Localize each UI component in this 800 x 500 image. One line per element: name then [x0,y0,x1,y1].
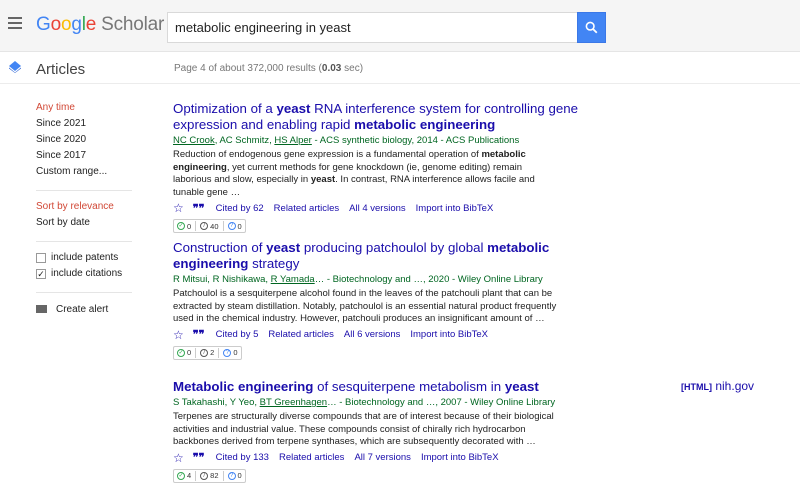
search-button[interactable] [577,12,606,43]
top-bar: Google Scholar [0,0,800,52]
import-bibtex-link[interactable]: Import into BibTeX [416,203,494,214]
create-alert-button[interactable]: Create alert [36,301,136,317]
result-actions: ☆ ❞❞ Cited by 133 Related articles All 7… [173,451,623,465]
question-icon: ? [227,222,236,230]
mentioning-badge: /2 [200,348,214,357]
filter-sidebar: Any time Since 2021 Since 2020 Since 201… [36,100,136,317]
check-icon: ✓ [177,222,185,230]
check-icon: ✓ [177,348,185,357]
versions-link[interactable]: All 7 versions [354,452,411,463]
result-title[interactable]: Metabolic engineering of sesquiterpene m… [173,379,623,395]
star-icon[interactable]: ☆ [173,328,184,342]
contrasting-badge: ? 0 [227,222,242,231]
versions-link[interactable]: All 4 versions [349,203,406,214]
search-input[interactable] [167,12,577,43]
question-icon: ? [227,471,236,480]
citation-badges[interactable]: ✓ 0 /40 ? 0 [173,219,246,233]
citation-badges[interactable]: ✓ 0 /2 ? 0 [173,345,242,360]
divider [36,292,132,293]
author-link[interactable]: BT Greenhagen [260,397,327,408]
author-link[interactable]: NC Crook [173,135,215,146]
result-authors: R Mitsui, R Nishikawa, R Yamada… - Biote… [173,274,543,285]
cite-icon[interactable]: ❞❞ [193,202,205,215]
import-bibtex-link[interactable]: Import into BibTeX [410,329,488,340]
cite-icon[interactable]: ❞❞ [193,328,205,341]
html-fulltext-link[interactable]: [HTML] nih.gov [681,379,754,393]
mentioning-badge: /40 [200,222,219,231]
filter-since-2021[interactable]: Since 2021 [36,116,136,132]
check-icon: ✓ [177,471,185,480]
filter-any-time[interactable]: Any time [36,100,136,116]
citation-badges[interactable]: ✓ 4 /82 ? 0 [173,468,246,483]
sort-by-date[interactable]: Sort by date [36,215,136,231]
articles-icon [9,61,21,73]
cite-icon[interactable]: ❞❞ [193,451,205,464]
mention-icon: / [200,222,209,230]
subheader: Articles Page 4 of about 372,000 results… [0,52,800,84]
divider [36,241,132,242]
results-count: Page 4 of about 372,000 results (0.03 se… [174,63,364,74]
include-patents-toggle[interactable]: include patents [36,250,136,266]
search-result: Optimization of a yeast RNA interference… [173,101,623,233]
search-icon [585,21,598,34]
include-citations-label: include citations [51,268,123,279]
sort-by-relevance[interactable]: Sort by relevance [36,199,136,215]
supporting-badge: ✓ 0 [177,221,192,231]
related-articles-link[interactable]: Related articles [274,203,339,214]
checkbox-checked[interactable]: ✓ [36,269,46,279]
author-link[interactable]: HS Alper [274,135,312,146]
question-icon: ? [223,348,232,357]
supporting-badge: ✓ 0 [177,348,192,357]
checkbox-unchecked[interactable] [36,253,46,263]
result-actions: ☆ ❞❞ Cited by 62 Related articles All 4 … [173,201,623,215]
result-snippet: Terpenes are structurally diverse compou… [173,411,554,447]
star-icon[interactable]: ☆ [173,451,184,465]
mention-icon: / [200,348,209,357]
divider [36,190,132,191]
result-actions: ☆ ❞❞ Cited by 5 Related articles All 6 v… [173,328,623,342]
filter-since-2017[interactable]: Since 2017 [36,148,136,164]
versions-link[interactable]: All 6 versions [344,329,401,340]
search-result: Metabolic engineering of sesquiterpene m… [173,379,623,483]
result-snippet: Patchoulol is a sesquiterpene alcohol fo… [173,288,557,324]
result-title[interactable]: Optimization of a yeast RNA interference… [173,101,623,133]
cited-by-link[interactable]: Cited by 62 [216,203,264,214]
contrasting-badge: ? 0 [227,471,242,480]
create-alert-label: Create alert [56,303,109,315]
cited-by-link[interactable]: Cited by 5 [216,329,259,340]
related-articles-link[interactable]: Related articles [279,452,344,463]
mail-icon [36,305,47,313]
section-title[interactable]: Articles [36,61,85,78]
supporting-badge: ✓ 4 [177,471,192,480]
filter-custom-range[interactable]: Custom range... [36,164,136,180]
author-link[interactable]: R Yamada [271,274,315,285]
menu-icon[interactable] [8,17,22,29]
star-icon[interactable]: ☆ [173,201,184,215]
import-bibtex-link[interactable]: Import into BibTeX [421,452,499,463]
search-result: Construction of yeast producing patchoul… [173,240,623,360]
include-citations-toggle[interactable]: ✓ include citations [36,266,136,282]
result-snippet: Reduction of endogenous gene expression … [173,149,535,198]
mention-icon: / [200,471,209,480]
filter-since-2020[interactable]: Since 2020 [36,132,136,148]
result-authors: S Takahashi, Y Yeo, BT Greenhagen… - Bio… [173,397,556,408]
result-title[interactable]: Construction of yeast producing patchoul… [173,240,623,272]
related-articles-link[interactable]: Related articles [268,329,333,340]
mentioning-badge: /82 [200,471,219,480]
result-authors: NC Crook, AC Schmitz, HS Alper - ACS syn… [173,135,520,146]
include-patents-label: include patents [51,252,119,263]
contrasting-badge: ? 0 [223,348,238,357]
cited-by-link[interactable]: Cited by 133 [216,452,269,463]
google-scholar-logo[interactable]: Google Scholar [36,14,164,36]
